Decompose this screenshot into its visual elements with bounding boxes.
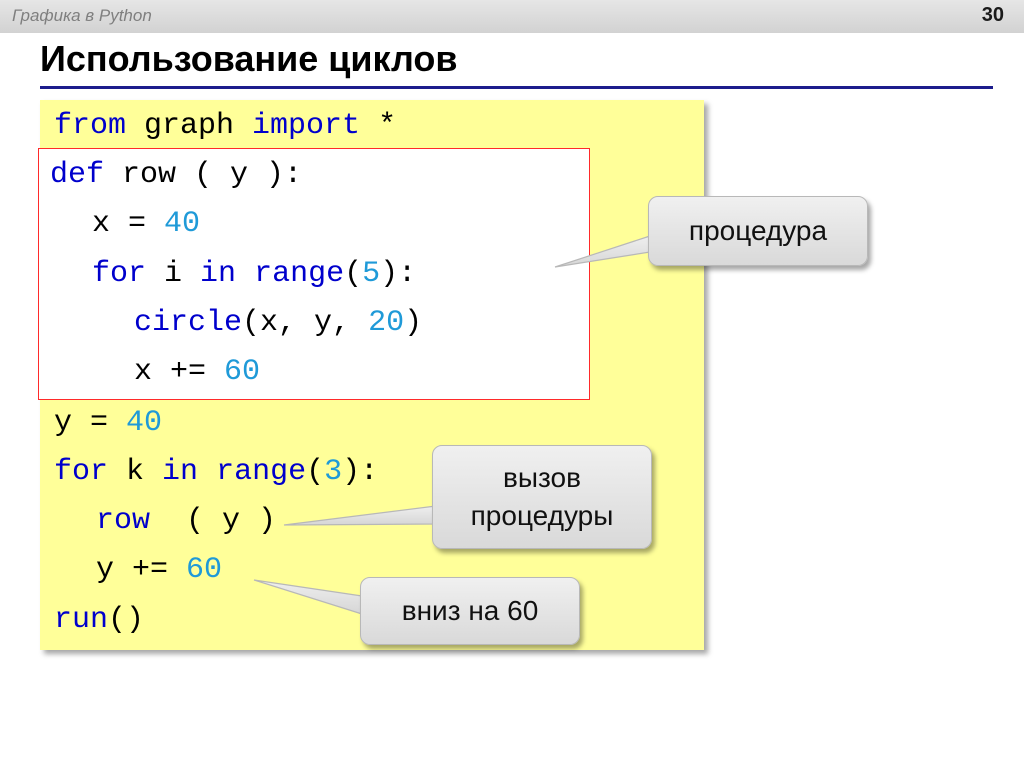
code-line-for-i: for i in range(5): <box>92 254 416 294</box>
code-text: () <box>108 603 145 637</box>
keyword: def <box>50 158 105 192</box>
builtin-function: range <box>254 257 345 291</box>
call-callout-line1: вызов <box>503 462 581 493</box>
module-name: graph <box>126 109 253 143</box>
slide-title: Использование циклов <box>40 38 458 79</box>
code-text: (x, y, <box>242 306 369 340</box>
keyword: import <box>252 109 361 143</box>
header-bar: Графика в Python 30 <box>0 0 1024 33</box>
page-number: 30 <box>981 4 1004 26</box>
keyword: in <box>162 455 199 489</box>
code-line-import: from graph import * <box>54 106 396 146</box>
code-text: y = <box>54 406 127 440</box>
keyword: in <box>200 257 237 291</box>
course-title: Графика в Python <box>12 6 152 25</box>
function-signature: row ( y ): <box>104 158 303 192</box>
code-text: i <box>146 257 201 291</box>
keyword: for <box>54 455 109 489</box>
function-call: row <box>96 504 151 538</box>
code-line-for-k: for k in range(3): <box>54 452 378 492</box>
code-text: ): <box>380 257 417 291</box>
code-line-def: def row ( y ): <box>50 155 302 195</box>
procedure-call-callout: вызов процедуры <box>432 445 652 549</box>
code-text: x = <box>92 207 165 241</box>
number-literal: 20 <box>368 306 405 340</box>
import-star: * <box>360 109 397 143</box>
procedure-callout: процедура <box>648 196 868 266</box>
function-call: run <box>54 603 109 637</box>
code-line-x-assign: x = 40 <box>92 204 200 244</box>
number-literal: 40 <box>164 207 201 241</box>
code-line-y-increment: y += 60 <box>96 550 222 590</box>
keyword: for <box>92 257 147 291</box>
down-callout-text: вниз на 60 <box>401 595 539 626</box>
code-text: ): <box>342 455 379 489</box>
number-literal: 5 <box>362 257 381 291</box>
code-line-x-increment: x += 60 <box>134 352 260 392</box>
builtin-function: circle <box>134 306 243 340</box>
code-line-run: run() <box>54 600 144 640</box>
down-callout: вниз на 60 <box>360 577 580 645</box>
number-literal: 40 <box>126 406 163 440</box>
code-text: ( y ) <box>150 504 277 538</box>
code-text: ( <box>344 257 363 291</box>
keyword: from <box>54 109 127 143</box>
code-text: x += <box>134 355 225 389</box>
code-line-circle: circle(x, y, 20) <box>134 303 422 343</box>
code-text: k <box>108 455 163 489</box>
title-rule <box>40 86 993 89</box>
number-literal: 3 <box>324 455 343 489</box>
code-line-row-call: row ( y ) <box>96 501 276 541</box>
code-line-y-assign: y = 40 <box>54 403 162 443</box>
builtin-function: range <box>216 455 307 489</box>
code-text: y += <box>96 553 187 587</box>
slide: Графика в Python 30 Использование циклов… <box>0 0 1024 767</box>
procedure-callout-text: процедура <box>688 215 828 246</box>
number-literal: 60 <box>186 553 223 587</box>
call-callout-line2: процедуры <box>470 500 614 531</box>
code-text: ( <box>306 455 325 489</box>
number-literal: 60 <box>224 355 261 389</box>
code-text: ) <box>404 306 423 340</box>
